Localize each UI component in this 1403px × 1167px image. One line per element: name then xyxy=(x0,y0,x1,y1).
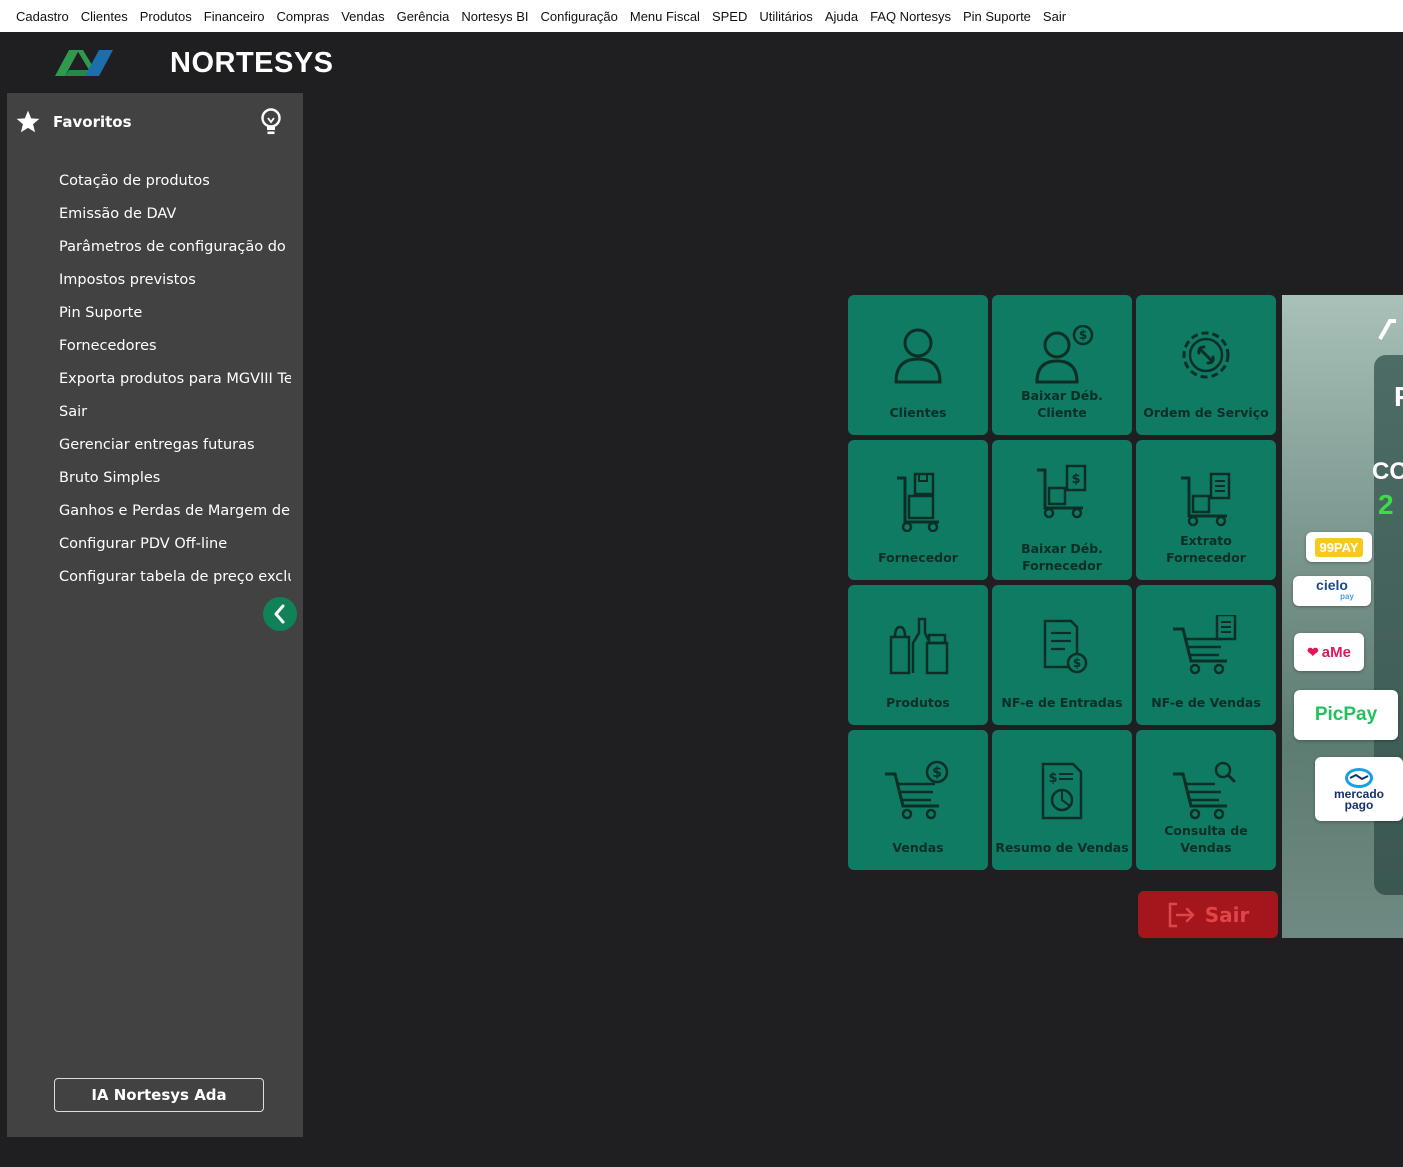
exit-label: Sair xyxy=(1204,902,1250,927)
tile-produtos[interactable]: Produtos xyxy=(848,585,988,725)
cart-dollar-icon: $ xyxy=(885,760,949,820)
brand-header: NORTESYS xyxy=(7,32,333,94)
menu-configuracao[interactable]: Configuração xyxy=(541,9,618,24)
bottles-icon xyxy=(889,617,949,675)
favorite-item[interactable]: Configurar PDV Off-line xyxy=(59,534,291,567)
favorite-item[interactable]: Parâmetros de configuração do xyxy=(59,237,291,270)
favorite-item[interactable]: Emissão de DAV xyxy=(59,204,291,237)
nortesys-banner-logo-icon xyxy=(1378,319,1396,340)
favorites-header: Favoritos xyxy=(7,93,303,151)
person-icon xyxy=(894,328,942,384)
tile-nfe-de-vendas[interactable]: NF-e de Vendas xyxy=(1136,585,1276,725)
menu-vendas[interactable]: Vendas xyxy=(341,9,384,24)
tile-label: Baixar Déb. Cliente xyxy=(1021,388,1103,420)
tile-label: Baixar Déb. Fornecedor xyxy=(1021,541,1103,573)
lightbulb-icon[interactable] xyxy=(260,107,282,137)
favorite-item[interactable]: Bruto Simples xyxy=(59,468,291,501)
svg-text:$: $ xyxy=(1073,656,1081,670)
menu-produtos[interactable]: Produtos xyxy=(140,9,192,24)
ia-nortesys-ada-button[interactable]: IA Nortesys Ada xyxy=(54,1078,264,1112)
tile-resumo-de-vendas[interactable]: $ Resumo de Vendas xyxy=(992,730,1132,870)
tile-label: Produtos xyxy=(886,695,950,710)
favorite-item[interactable]: Configurar tabela de preço exclu xyxy=(59,567,291,600)
menu-pin-suporte[interactable]: Pin Suporte xyxy=(963,9,1031,24)
handshake-icon xyxy=(1345,768,1373,788)
tile-label: Consulta de Vendas xyxy=(1164,823,1248,855)
logout-icon xyxy=(1168,902,1194,927)
chevron-left-icon xyxy=(274,604,285,624)
tile-baixar-deb-fornecedor[interactable]: $ Baixar Déb. Fornecedor xyxy=(992,440,1132,580)
svg-text:$: $ xyxy=(1071,472,1080,487)
menu-menu-fiscal[interactable]: Menu Fiscal xyxy=(630,9,700,24)
payment-logo-ame: ❤ aMe xyxy=(1294,633,1364,671)
favorite-item[interactable]: Ganhos e Perdas de Margem de xyxy=(59,501,291,534)
promo-banner[interactable]: P CO 2 99PAY cielo pay ❤aMe PicPay merca… xyxy=(1282,295,1403,938)
favorite-item[interactable]: Exporta produtos para MGVIII Te xyxy=(59,369,291,402)
collapse-sidebar-button[interactable] xyxy=(263,597,297,631)
menu-faq-nortesys[interactable]: FAQ Nortesys xyxy=(870,9,951,24)
payment-logo-mercado-pago: mercado pago xyxy=(1315,757,1403,821)
tile-label: Extrato Fornecedor xyxy=(1166,533,1246,565)
hand-truck-box-icon xyxy=(897,472,939,532)
cart-search-icon xyxy=(1173,761,1236,820)
menu-ajuda[interactable]: Ajuda xyxy=(825,9,858,24)
menu-sped[interactable]: SPED xyxy=(712,9,747,24)
report-chart-icon: $ xyxy=(1041,762,1083,820)
menu-clientes[interactable]: Clientes xyxy=(81,9,128,24)
tile-clientes[interactable]: Clientes xyxy=(848,295,988,435)
payment-logo-cielo: cielo pay xyxy=(1293,576,1371,606)
menu-compras[interactable]: Compras xyxy=(276,9,329,24)
menu-nortesys-bi[interactable]: Nortesys BI xyxy=(461,9,528,24)
tile-ordem-de-servico[interactable]: Ordem de Serviço xyxy=(1136,295,1276,435)
tile-label: NF-e de Vendas xyxy=(1151,695,1261,710)
tile-nfe-de-entradas[interactable]: $ NF-e de Entradas xyxy=(992,585,1132,725)
favorite-item[interactable]: Cotação de produtos xyxy=(59,171,291,204)
favorites-sidebar: Favoritos Cotação de produtos Emissão de… xyxy=(7,93,303,1137)
menu-utilitarios[interactable]: Utilitários xyxy=(759,9,812,24)
menu-financeiro[interactable]: Financeiro xyxy=(204,9,265,24)
star-icon xyxy=(16,110,40,133)
tile-consulta-de-vendas[interactable]: Consulta de Vendas xyxy=(1136,730,1276,870)
tile-label: Clientes xyxy=(889,405,947,420)
tile-label: Ordem de Serviço xyxy=(1143,405,1269,420)
favorites-title: Favoritos xyxy=(53,113,132,131)
hand-truck-dollar-icon: $ xyxy=(1037,464,1087,519)
cart-list-icon xyxy=(1173,615,1237,675)
nortesys-logo-icon xyxy=(55,50,113,76)
tile-label: NF-e de Entradas xyxy=(1001,695,1123,710)
favorite-item[interactable]: Sair xyxy=(59,402,291,435)
menu-sair[interactable]: Sair xyxy=(1043,9,1066,24)
gear-wrench-icon xyxy=(1182,331,1230,379)
favorite-item[interactable]: Fornecedores xyxy=(59,336,291,369)
menu-gerencia[interactable]: Gerência xyxy=(397,9,450,24)
tile-label: Vendas xyxy=(892,840,944,855)
favorite-item[interactable]: Impostos previstos xyxy=(59,270,291,303)
tile-label: Fornecedor xyxy=(878,550,958,565)
person-dollar-icon: $ xyxy=(1035,325,1094,384)
brand-name: NORTESYS xyxy=(170,47,334,79)
tile-fornecedor[interactable]: Fornecedor xyxy=(848,440,988,580)
favorite-item[interactable]: Gerenciar entregas futuras xyxy=(59,435,291,468)
payment-logo-picpay: PicPay xyxy=(1294,690,1398,740)
svg-text:$: $ xyxy=(1048,771,1057,786)
tile-label: Resumo de Vendas xyxy=(995,840,1129,855)
payment-logo-99pay: 99PAY xyxy=(1306,532,1372,562)
banner-text-b: CO xyxy=(1372,458,1403,485)
hand-truck-list-icon xyxy=(1181,472,1231,527)
tile-baixar-deb-cliente[interactable]: $ Baixar Déb. Cliente xyxy=(992,295,1132,435)
svg-text:$: $ xyxy=(932,765,942,781)
exit-button[interactable]: Sair xyxy=(1138,891,1278,938)
tile-vendas[interactable]: $ Vendas xyxy=(848,730,988,870)
svg-text:$: $ xyxy=(1079,328,1087,342)
banner-text-c: 2 xyxy=(1378,489,1394,520)
invoice-dollar-icon: $ xyxy=(1043,619,1088,674)
banner-text-a: P xyxy=(1394,381,1403,413)
tile-extrato-fornecedor[interactable]: Extrato Fornecedor xyxy=(1136,440,1276,580)
favorites-list: Cotação de produtos Emissão de DAV Parâm… xyxy=(59,171,291,600)
favorite-item[interactable]: Pin Suporte xyxy=(59,303,291,336)
menu-cadastro[interactable]: Cadastro xyxy=(16,9,69,24)
menu-bar: Cadastro Clientes Produtos Financeiro Co… xyxy=(0,0,1403,32)
